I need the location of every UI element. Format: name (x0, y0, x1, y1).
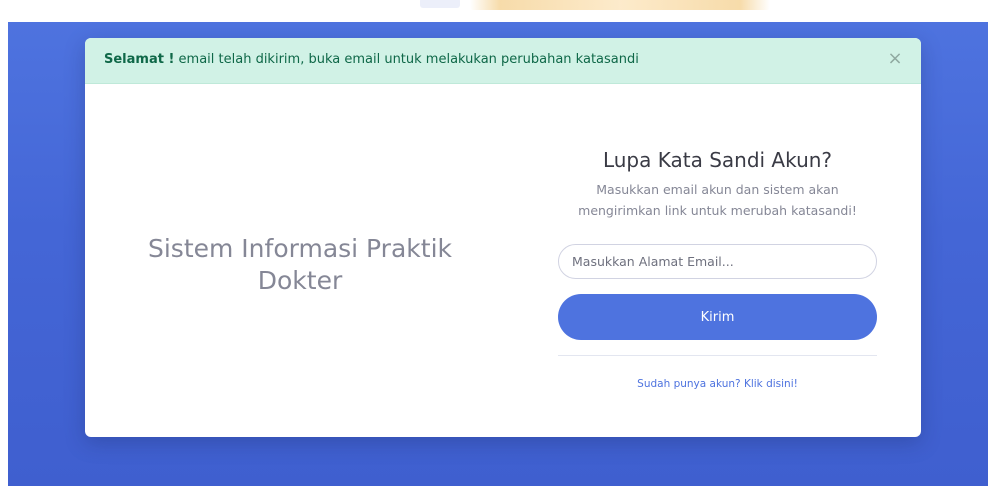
close-icon[interactable]: × (885, 49, 905, 69)
brand-title-line1: Sistem Informasi Praktik (147, 234, 452, 263)
forgot-password-form: Lupa Kata Sandi Akun? Masukkan email aku… (558, 138, 877, 390)
brand-title: Sistem Informasi Praktik Dokter (115, 233, 485, 297)
submit-button[interactable]: Kirim (558, 294, 877, 340)
divider (558, 355, 877, 356)
success-alert: Selamat ! email telah dikirim, buka emai… (85, 38, 921, 84)
watermark-logo (470, 0, 770, 10)
form-heading: Lupa Kata Sandi Akun? (602, 148, 833, 172)
form-subtitle-line2: mengirimkan link untuk merubah katasandi… (578, 203, 857, 218)
login-link[interactable]: Sudah punya akun? Klik disini! (558, 378, 877, 390)
forgot-password-card: Selamat ! email telah dikirim, buka emai… (85, 38, 921, 437)
form-subtitle-line1: Masukkan email akun dan sistem akan (596, 182, 839, 197)
alert-strong: Selamat ! (104, 52, 175, 67)
email-input[interactable] (558, 244, 877, 279)
watermark-mark (420, 0, 460, 8)
brand-title-line2: Dokter (257, 266, 343, 295)
watermark-strip (0, 0, 988, 22)
alert-message: Selamat ! email telah dikirim, buka emai… (104, 52, 639, 67)
form-subtitle: Masukkan email akun dan sistem akan meng… (558, 179, 877, 221)
alert-body: email telah dikirim, buka email untuk me… (174, 52, 639, 67)
